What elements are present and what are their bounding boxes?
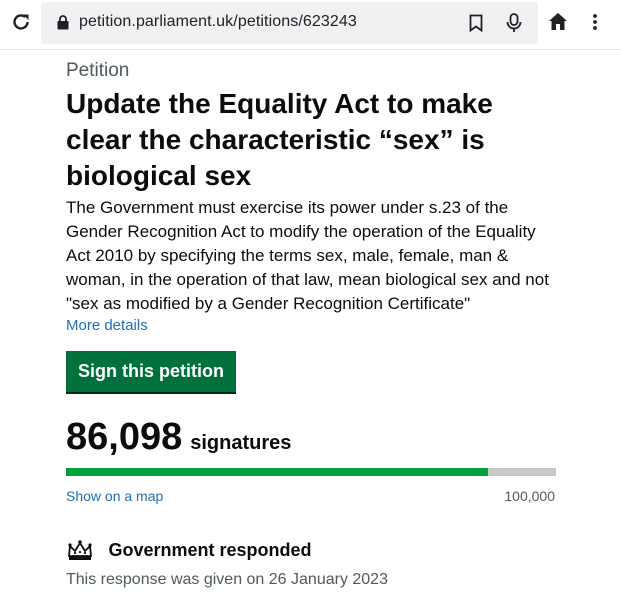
mic-icon[interactable] [506, 13, 522, 33]
browser-toolbar: petition.parliament.uk/petitions/623243 [0, 0, 621, 50]
signature-progress-bar [66, 468, 556, 476]
response-date-text: This response was given on 26 January 20… [66, 571, 388, 588]
address-bar[interactable]: petition.parliament.uk/petitions/623243 [41, 2, 538, 44]
government-responded-title: Government responded [108, 539, 312, 560]
show-on-map-link[interactable]: Show on a map [66, 488, 163, 504]
petition-caption: Petition [66, 60, 130, 81]
signature-count: 86,098 [66, 416, 183, 458]
crown-icon [68, 540, 92, 560]
signature-threshold: 100,000 [504, 488, 555, 504]
more-details-link[interactable]: More details [66, 317, 148, 334]
petition-action-text: The Government must exercise its power u… [66, 198, 549, 313]
sign-petition-button[interactable]: Sign this petition [66, 351, 236, 392]
signature-label: signatures [190, 432, 292, 454]
petition-title: Update the Equality Act to make clear th… [66, 88, 493, 191]
lock-icon [57, 15, 69, 30]
reload-icon[interactable] [12, 13, 30, 31]
signature-progress-fill [66, 468, 488, 476]
menu-dots-icon[interactable] [590, 12, 600, 32]
bookmark-icon[interactable] [469, 14, 483, 32]
government-response-heading: Government responded [66, 539, 312, 561]
url-text[interactable]: petition.parliament.uk/petitions/623243 [79, 13, 357, 31]
signature-count-row: 86,098 signatures [66, 416, 291, 459]
home-icon[interactable] [548, 12, 568, 31]
